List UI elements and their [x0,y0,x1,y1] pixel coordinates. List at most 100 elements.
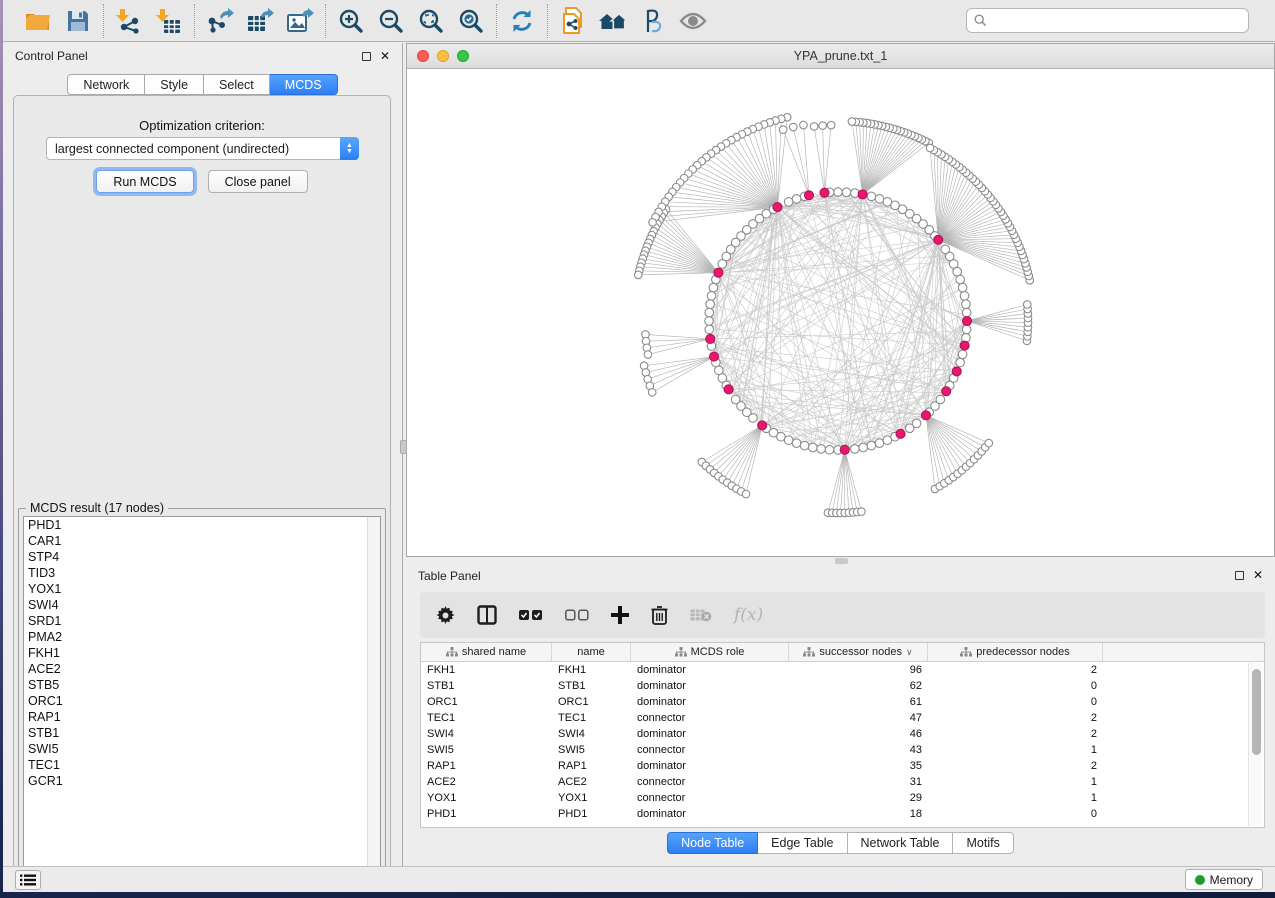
leaf-node[interactable] [827,121,835,129]
ring-node[interactable] [749,414,758,423]
show-details-icon[interactable] [677,5,709,37]
leaf-node[interactable] [985,439,993,447]
show-column-icon[interactable] [477,605,497,625]
close-table-panel-icon[interactable]: ✕ [1253,571,1263,580]
mcds-result-item[interactable]: STB5 [24,677,380,693]
ring-node[interactable] [784,198,793,207]
table-row[interactable]: PHD1PHD1dominator180 [421,806,1264,822]
zoom-fit-icon[interactable] [415,5,447,37]
mcds-hub-node[interactable] [858,190,867,199]
mcds-hub-node[interactable] [724,385,733,394]
ring-node[interactable] [834,188,843,197]
mcds-hub-node[interactable] [942,387,951,396]
ring-node[interactable] [958,283,967,292]
close-panel-icon[interactable]: ✕ [380,52,390,61]
ring-node[interactable] [707,292,716,301]
duplicate-network-icon[interactable] [557,5,589,37]
mcds-result-item[interactable]: GCR1 [24,773,380,789]
mcds-result-item[interactable]: YOX1 [24,581,380,597]
mcds-result-item[interactable]: PHD1 [24,517,380,533]
ring-node[interactable] [941,245,950,254]
run-mcds-button[interactable]: Run MCDS [96,170,193,193]
table-row[interactable]: RAP1RAP1dominator352 [421,758,1264,774]
mcds-result-item[interactable]: ACE2 [24,661,380,677]
zoom-selected-icon[interactable] [455,5,487,37]
table-row[interactable]: TEC1TEC1connector472 [421,710,1264,726]
mcds-hub-node[interactable] [934,235,943,244]
leaf-node[interactable] [648,389,656,397]
table-row[interactable]: STB1STB1dominator620 [421,678,1264,694]
mcds-hub-node[interactable] [758,421,767,430]
column-header-successor-nodes[interactable]: successor nodes∨ [789,643,928,661]
ring-node[interactable] [825,445,834,454]
ring-node[interactable] [709,283,718,292]
ring-node[interactable] [912,419,921,428]
tab-motifs[interactable]: Motifs [953,832,1013,854]
ring-node[interactable] [705,308,714,317]
ring-node[interactable] [842,188,851,197]
mcds-result-item[interactable]: SWI4 [24,597,380,613]
home-networks-icon[interactable] [597,5,629,37]
leaf-node[interactable] [800,121,808,129]
ring-node[interactable] [875,439,884,448]
ring-node[interactable] [859,443,868,452]
task-history-button[interactable] [15,870,41,890]
column-header-name[interactable]: name [552,643,631,661]
table-row[interactable]: SWI5SWI5connector431 [421,742,1264,758]
leaf-node[interactable] [742,490,750,498]
search-input[interactable] [966,8,1249,33]
zoom-in-icon[interactable] [335,5,367,37]
ring-node[interactable] [960,292,969,301]
tab-select[interactable]: Select [204,74,270,95]
column-header-MCDS-role[interactable]: MCDS role [631,643,789,661]
leaf-node[interactable] [926,144,934,152]
mcds-result-item[interactable]: SWI5 [24,741,380,757]
ring-node[interactable] [962,300,971,309]
leaf-node[interactable] [810,123,818,131]
mcds-hub-node[interactable] [896,429,905,438]
export-table-icon[interactable] [244,5,276,37]
add-column-icon[interactable] [611,606,629,624]
vertical-splitter-handle[interactable] [400,440,407,454]
ring-node[interactable] [809,443,818,452]
mcds-hub-node[interactable] [921,411,930,420]
ring-node[interactable] [867,192,876,201]
export-network-icon[interactable] [204,5,236,37]
tab-node-table[interactable]: Node Table [667,832,758,854]
mcds-result-item[interactable]: CAR1 [24,533,380,549]
leaf-node[interactable] [634,271,642,279]
leaf-node[interactable] [644,351,652,359]
mcds-result-item[interactable]: ORC1 [24,693,380,709]
delete-column-icon[interactable] [651,605,668,625]
table-row[interactable]: YOX1YOX1connector291 [421,790,1264,806]
column-header-predecessor-nodes[interactable]: predecessor nodes [928,643,1103,661]
leaf-node[interactable] [1023,301,1031,309]
tab-mcds[interactable]: MCDS [270,74,338,95]
refresh-icon[interactable] [506,5,538,37]
mcds-result-item[interactable]: STB1 [24,725,380,741]
horizontal-splitter-handle[interactable] [835,558,848,564]
ring-node[interactable] [705,325,714,334]
table-scrollbar[interactable] [1248,663,1263,826]
mcds-result-item[interactable]: PMA2 [24,629,380,645]
leaf-node[interactable] [858,508,866,516]
leaf-node[interactable] [779,126,787,134]
ring-node[interactable] [962,325,971,334]
float-table-panel-icon[interactable] [1235,571,1244,580]
zoom-out-icon[interactable] [375,5,407,37]
import-network-icon[interactable] [113,5,145,37]
mcds-result-item[interactable]: TEC1 [24,757,380,773]
ring-node[interactable] [883,198,892,207]
ring-node[interactable] [958,350,967,359]
ring-node[interactable] [962,308,971,317]
mcds-hub-node[interactable] [709,352,718,361]
mcds-hub-node[interactable] [960,341,969,350]
ring-node[interactable] [792,439,801,448]
save-icon[interactable] [62,5,94,37]
mcds-hub-node[interactable] [773,203,782,212]
network-graph-canvas[interactable] [407,69,1274,556]
table-row[interactable]: SWI4SWI4dominator462 [421,726,1264,742]
table-row[interactable]: ACE2ACE2connector311 [421,774,1264,790]
ring-node[interactable] [800,441,809,450]
leaf-node[interactable] [789,123,797,131]
